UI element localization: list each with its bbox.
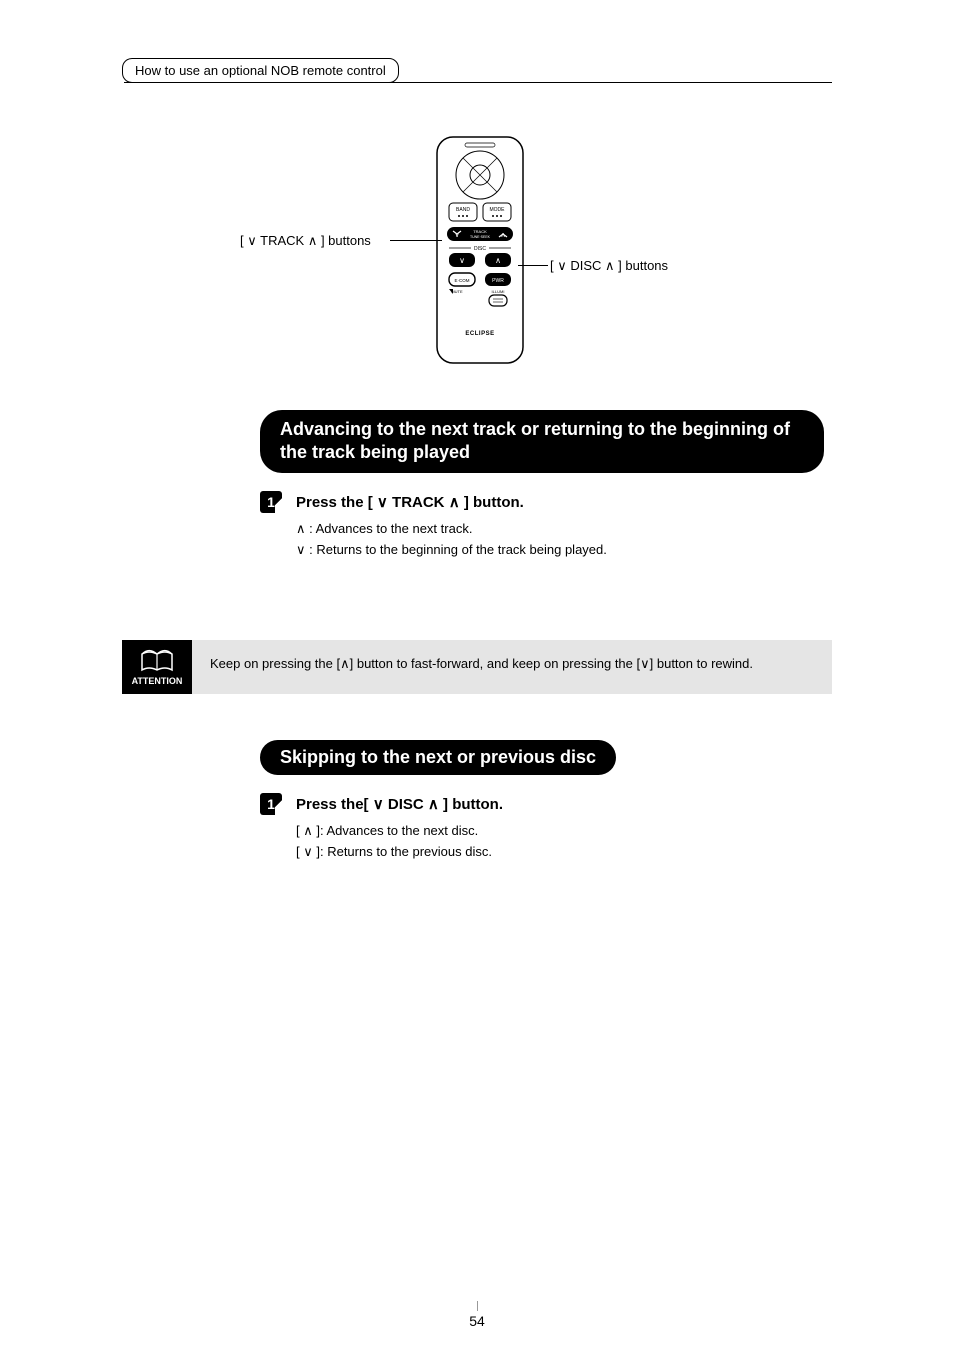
illumi-label: ILLUMI bbox=[492, 289, 505, 294]
mute-label: MUTE bbox=[451, 289, 463, 294]
remote-control-illustration: BAND MODE TRACK TUNE·SEEK ∨ ∧ DISC ∨ ∧ E… bbox=[435, 135, 525, 365]
down-icon bbox=[373, 796, 384, 813]
step-number-icon: 1 bbox=[260, 793, 282, 815]
breadcrumb: How to use an optional NOB remote contro… bbox=[122, 58, 399, 83]
step-instruction: Press the [ TRACK ] button. bbox=[296, 491, 524, 511]
attention-text: Keep on pressing the [] button to fast-f… bbox=[192, 640, 832, 694]
band-button-label: BAND bbox=[456, 207, 470, 213]
svg-text:∨: ∨ bbox=[454, 232, 459, 239]
down-icon bbox=[640, 656, 650, 671]
leader-line-left bbox=[390, 240, 442, 241]
step-bullets: : Advances to the next track. : Returns … bbox=[296, 519, 824, 561]
up-icon bbox=[605, 258, 615, 273]
step-bullets: [ ]: Advances to the next disc. [ ]: Ret… bbox=[296, 821, 824, 863]
track-bar-label: TRACK bbox=[473, 229, 487, 234]
up-icon bbox=[303, 823, 313, 838]
book-icon bbox=[139, 648, 175, 676]
remote-diagram: [ TRACK ] buttons [ DISC ] buttons BAND … bbox=[250, 135, 710, 365]
down-icon bbox=[247, 233, 257, 248]
mode-button-label: MODE bbox=[490, 207, 506, 213]
attention-callout: ATTENTION Keep on pressing the [] button… bbox=[122, 640, 832, 694]
attention-label: ATTENTION bbox=[132, 676, 183, 686]
attention-icon: ATTENTION bbox=[122, 640, 192, 694]
svg-text:∧: ∧ bbox=[500, 232, 505, 239]
brand-label: ECLIPSE bbox=[465, 331, 494, 337]
step-instruction: Press the[ DISC ] button. bbox=[296, 793, 503, 813]
down-icon bbox=[377, 494, 388, 511]
tune-seek-label: TUNE·SEEK bbox=[470, 235, 491, 239]
down-icon bbox=[557, 258, 567, 273]
svg-text:∨: ∨ bbox=[459, 256, 465, 265]
section-skipping-disc: Skipping to the next or previous disc 1 … bbox=[260, 740, 824, 863]
heading-advancing: Advancing to the next track or returning… bbox=[260, 410, 824, 473]
svg-text:∧: ∧ bbox=[495, 256, 501, 265]
step-1-track: 1 Press the [ TRACK ] button. bbox=[260, 491, 824, 513]
heading-skipping: Skipping to the next or previous disc bbox=[260, 740, 616, 775]
section-advancing-track: Advancing to the next track or returning… bbox=[260, 410, 824, 560]
up-icon bbox=[449, 494, 460, 511]
page-number: 54 bbox=[0, 1313, 954, 1329]
up-icon bbox=[296, 521, 306, 536]
up-icon bbox=[308, 233, 318, 248]
breadcrumb-container: How to use an optional NOB remote contro… bbox=[122, 58, 832, 83]
pwr-button-label: PWR bbox=[492, 278, 504, 284]
down-icon bbox=[303, 844, 313, 859]
step-number-icon: 1 bbox=[260, 491, 282, 513]
disc-buttons-callout: [ DISC ] buttons bbox=[550, 258, 668, 274]
leader-line-right bbox=[518, 265, 548, 266]
step-1-disc: 1 Press the[ DISC ] button. bbox=[260, 793, 824, 815]
ecom-button-label: E·COM bbox=[455, 278, 470, 283]
track-buttons-callout: [ TRACK ] buttons bbox=[240, 233, 371, 249]
up-icon bbox=[340, 656, 350, 671]
up-icon bbox=[428, 796, 439, 813]
down-icon bbox=[296, 542, 306, 557]
disc-row-label: DISC bbox=[474, 246, 486, 252]
